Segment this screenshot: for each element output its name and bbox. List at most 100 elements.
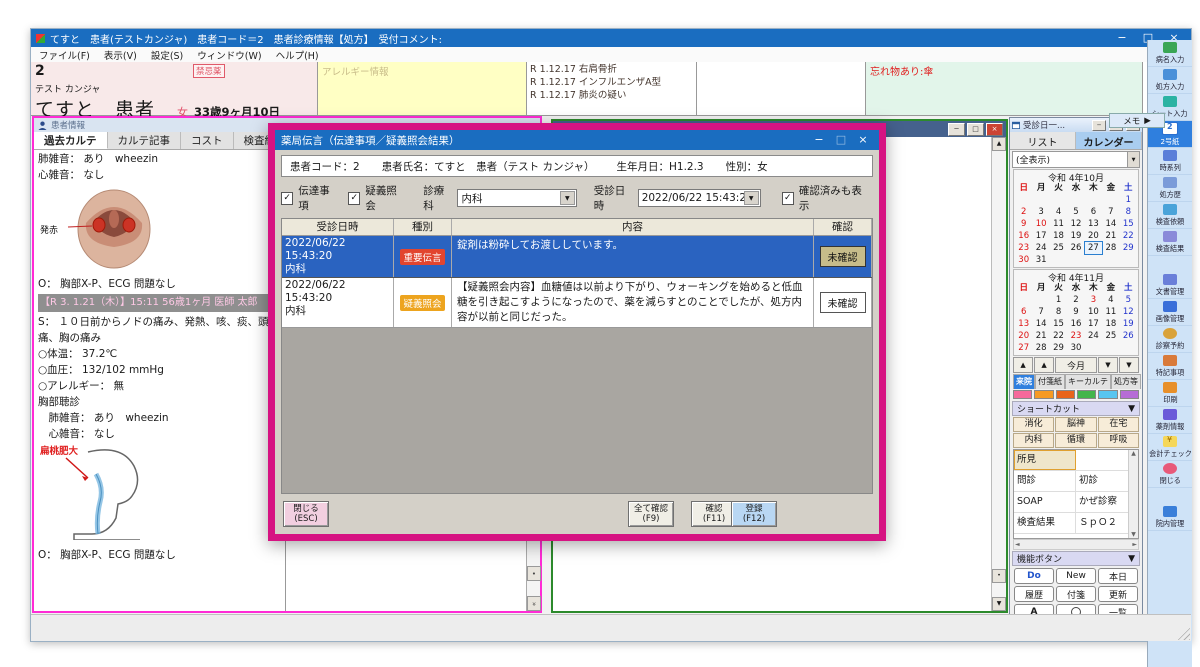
calendar-day[interactable]: 2 (1067, 294, 1084, 306)
calendar-day[interactable]: 4 (1102, 294, 1119, 306)
resize-grip[interactable] (1176, 626, 1190, 640)
close-button[interactable]: × (986, 123, 1003, 136)
calendar-day[interactable]: 15 (1050, 318, 1067, 330)
function-header[interactable]: 機能ボタン ▼ (1012, 551, 1140, 566)
dropdown-arrow-icon[interactable]: ▼ (744, 191, 759, 205)
calendar-day[interactable]: 12 (1120, 306, 1137, 318)
toolbar-item-検査結果[interactable]: 検査結果 (1148, 229, 1192, 256)
calendar-day[interactable]: 8 (1120, 206, 1137, 218)
dropdown-arrow-icon[interactable]: ▼ (560, 191, 575, 205)
calendar-day[interactable]: 29 (1120, 242, 1137, 254)
calendar-day[interactable]: 27 (1015, 342, 1032, 354)
toolbar-item-会計チェック[interactable]: 会計チェック (1148, 434, 1192, 461)
calendar-day[interactable]: 18 (1102, 318, 1119, 330)
shortcut-item[interactable]: 検査結果 (1014, 513, 1076, 533)
message-checkbox[interactable]: ✓ (281, 192, 293, 205)
toolbar-item-時系列[interactable]: 時系列 (1148, 148, 1192, 175)
calendar-nav-button[interactable]: ▲ (1013, 357, 1033, 373)
calendar-day[interactable]: 25 (1050, 242, 1067, 254)
toolbar-item-検査依頼[interactable]: 検査依頼 (1148, 202, 1192, 229)
shortcut-group-脳神[interactable]: 脳神 (1055, 417, 1096, 432)
calendar-day[interactable]: 17 (1085, 318, 1102, 330)
calendar-tab-カレンダー[interactable]: カレンダー (1076, 132, 1142, 149)
calendar-day[interactable]: 22 (1050, 330, 1067, 342)
tab-過去カルテ[interactable]: 過去カルテ (34, 132, 108, 149)
view-tab-付箋紙[interactable]: 付箋紙 (1035, 374, 1065, 389)
calendar-day[interactable]: 16 (1015, 230, 1032, 242)
maximize-button[interactable]: □ (967, 123, 984, 136)
calendar-day[interactable]: 28 (1032, 342, 1049, 354)
close-button[interactable]: × (853, 132, 873, 148)
view-tab-キーカルテ[interactable]: キーカルテ (1065, 374, 1111, 389)
calendar-day[interactable]: 16 (1067, 318, 1084, 330)
calendar-day[interactable]: 14 (1102, 218, 1119, 230)
shortcut-group-呼吸[interactable]: 呼吸 (1098, 433, 1139, 448)
shortcut-group-消化[interactable]: 消化 (1013, 417, 1054, 432)
toolbar-item-院内管理[interactable]: 院内管理 (1148, 504, 1192, 531)
free-comment-box[interactable] (697, 62, 866, 115)
inquiry-checkbox[interactable]: ✓ (348, 192, 360, 205)
menu-item[interactable]: 設定(S) (151, 48, 183, 62)
shortcut-group-内科[interactable]: 内科 (1013, 433, 1054, 448)
color-swatch[interactable] (1056, 390, 1075, 399)
toolbar-item-閉じる[interactable]: 閉じる (1148, 461, 1192, 488)
toolbar-item-処方歴[interactable]: 処方歴 (1148, 175, 1192, 202)
close-button[interactable]: 閉じる(ESC) (283, 501, 329, 527)
message-row[interactable]: 2022/06/22 15:43:20内科重要伝言錠剤は粉砕してお渡ししています… (282, 236, 872, 278)
calendar-filter-select[interactable]: (全表示) ▼ (1012, 151, 1140, 168)
color-swatch[interactable] (1120, 390, 1139, 399)
func-button-Do[interactable]: Do (1014, 568, 1054, 584)
color-swatch[interactable] (1034, 390, 1053, 399)
calendar-day[interactable]: 27 (1085, 242, 1102, 254)
toolbar-item-診察予約[interactable]: 診察予約 (1148, 326, 1192, 353)
calendar-day[interactable]: 20 (1015, 330, 1032, 342)
shortcut-hscrollbar[interactable]: ◄► (1013, 539, 1139, 550)
calendar-day[interactable]: 23 (1067, 330, 1084, 342)
toolbar-item-画像管理[interactable]: 画像管理 (1148, 299, 1192, 326)
calendar-tab-リスト[interactable]: リスト (1010, 132, 1076, 149)
shortcut-item[interactable]: 問診 (1014, 471, 1076, 491)
minimize-button[interactable]: ─ (1092, 120, 1106, 131)
toolbar-item-文書管理[interactable]: 文書管理 (1148, 272, 1192, 299)
shortcut-group-循環[interactable]: 循環 (1055, 433, 1096, 448)
calendar-nav-button[interactable]: ▲ (1034, 357, 1054, 373)
reception-memo-box[interactable]: 忘れ物あり:傘 (866, 62, 1143, 115)
calendar-day[interactable]: 3 (1032, 206, 1049, 218)
department-select[interactable]: 内科 ▼ (457, 189, 576, 207)
calendar-day[interactable]: 6 (1085, 206, 1102, 218)
calendar-day[interactable]: 13 (1085, 218, 1102, 230)
collapse-icon[interactable]: ▼ (1128, 554, 1135, 564)
calendar-day[interactable]: 13 (1015, 318, 1032, 330)
func-button-本日[interactable]: 本日 (1098, 568, 1138, 584)
calendar-day[interactable]: 31 (1032, 254, 1049, 266)
calendar-day[interactable]: 20 (1085, 230, 1102, 242)
calendar-day[interactable]: 29 (1050, 342, 1067, 354)
show-confirmed-checkbox[interactable]: ✓ (782, 192, 794, 205)
scroll-up-button[interactable]: ▲ (992, 137, 1006, 151)
dropdown-arrow-icon[interactable]: ▼ (1127, 152, 1139, 167)
calendar-day[interactable]: 26 (1067, 242, 1084, 254)
calendar-day[interactable]: 15 (1120, 218, 1137, 230)
calendar-day[interactable]: 28 (1102, 242, 1119, 254)
calendar-day[interactable]: 10 (1085, 306, 1102, 318)
calendar-day[interactable]: 18 (1050, 230, 1067, 242)
toolbar-item-病名入力[interactable]: 病名入力 (1148, 40, 1192, 67)
calendar-day[interactable]: 19 (1120, 318, 1137, 330)
shortcut-group-在宅[interactable]: 在宅 (1098, 417, 1139, 432)
message-row[interactable]: 2022/06/22 15:43:20内科疑義照会【疑義照会内容】血糖値は以前よ… (282, 278, 872, 328)
calendar-day[interactable]: 24 (1032, 242, 1049, 254)
calendar-day[interactable]: 3 (1085, 294, 1102, 306)
calendar-day[interactable]: 25 (1102, 330, 1119, 342)
calendar-day[interactable]: 11 (1050, 218, 1067, 230)
calendar-day[interactable]: 12 (1067, 218, 1084, 230)
toolbar-item-薬剤情報[interactable]: 薬剤情報 (1148, 407, 1192, 434)
shortcut-vscrollbar[interactable]: ▲▼ (1128, 450, 1138, 538)
memo-expand-button[interactable]: メモ ▶ (1109, 113, 1165, 128)
color-swatch[interactable] (1013, 390, 1032, 399)
calendar-day[interactable]: 14 (1032, 318, 1049, 330)
minimize-button[interactable]: − (809, 132, 829, 148)
calendar-day[interactable]: 1 (1050, 294, 1067, 306)
confirm-status-button[interactable]: 未確認 (820, 292, 866, 313)
calendar-day[interactable]: 1 (1120, 194, 1137, 206)
shortcut-item[interactable]: SOAP (1014, 492, 1076, 512)
